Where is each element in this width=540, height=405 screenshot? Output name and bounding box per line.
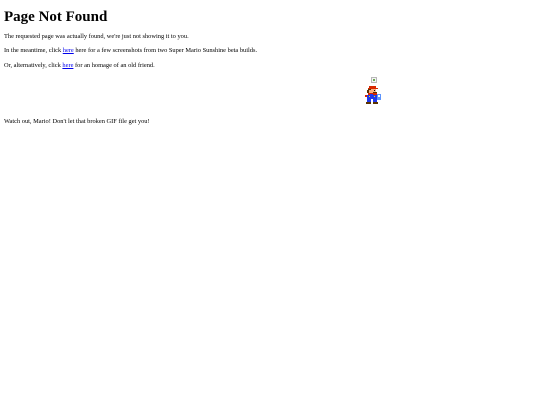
caption-text: Watch out, Mario! Don't let that broken …	[4, 118, 150, 125]
screenshots-link[interactable]: here	[63, 47, 74, 54]
homage-text-before: Or, alternatively, click	[4, 62, 63, 69]
requested-page-text: The requested page was actually found, w…	[4, 33, 189, 40]
screenshots-text-before: In the meantime, click	[4, 47, 63, 54]
page-title: Page Not Found	[4, 9, 108, 25]
broken-image-icon	[371, 77, 377, 83]
page-content: Page Not Found The requested page was ac…	[4, 0, 536, 125]
screenshots-paragraph: In the meantime, click here here for a f…	[4, 47, 257, 55]
screenshots-text-after: here for a few screenshots from two Supe…	[73, 47, 258, 54]
mario-sprite	[364, 86, 381, 104]
homage-paragraph: Or, alternatively, click here for an hom…	[4, 62, 155, 70]
homage-link[interactable]: here	[62, 62, 73, 69]
homage-text-after: for an homage of an old friend.	[73, 62, 155, 69]
